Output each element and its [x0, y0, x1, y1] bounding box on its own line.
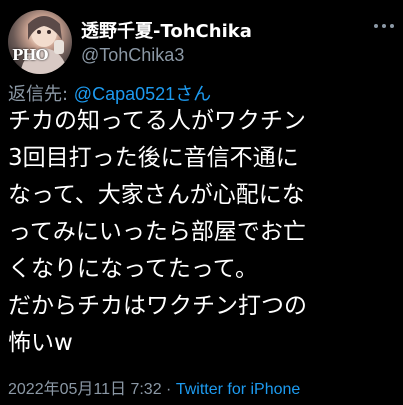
reply-suffix: さん: [175, 84, 212, 105]
user-handle[interactable]: @TohChika3: [81, 45, 184, 66]
tweet-line: 怖いw: [8, 330, 73, 356]
tweet-body: チカの知ってる人がワクチン 3回目打った後に音信不通に なって、大家さんが心配に…: [8, 103, 400, 362]
timestamp[interactable]: 2022年05月11日 7:32: [8, 381, 162, 398]
reply-prefix: 返信先:: [8, 84, 74, 105]
tweet-line: なって、大家さんが心配にな: [8, 182, 305, 208]
tweet-line: ってみにいったら部屋でお亡: [8, 219, 306, 245]
tweet-meta: 2022年05月11日 7:32 · Twitter for iPhone: [8, 375, 300, 399]
display-name[interactable]: 透野千夏-TohChika: [81, 17, 252, 43]
avatar-logo-text: PHO: [12, 46, 49, 64]
meta-separator: ·: [161, 381, 176, 398]
tweet-line: くなりになってたって。: [8, 256, 259, 282]
avatar[interactable]: PHO: [8, 10, 72, 74]
tweet-card: PHO 透野千夏-TohChika @TohChika3 返信先: @Capa0…: [0, 0, 403, 405]
tweet-line: チカの知ってる人がワクチン: [8, 108, 306, 134]
avatar-image: [20, 16, 68, 74]
tweet-line: 3回目打った後に音信不通に: [8, 145, 299, 171]
reply-user-link[interactable]: @Capa0521: [74, 84, 175, 104]
tweet-line: だからチカはワクチン打つの: [8, 293, 307, 319]
more-dots-icon[interactable]: [372, 18, 396, 34]
source-link[interactable]: Twitter for iPhone: [176, 381, 301, 398]
